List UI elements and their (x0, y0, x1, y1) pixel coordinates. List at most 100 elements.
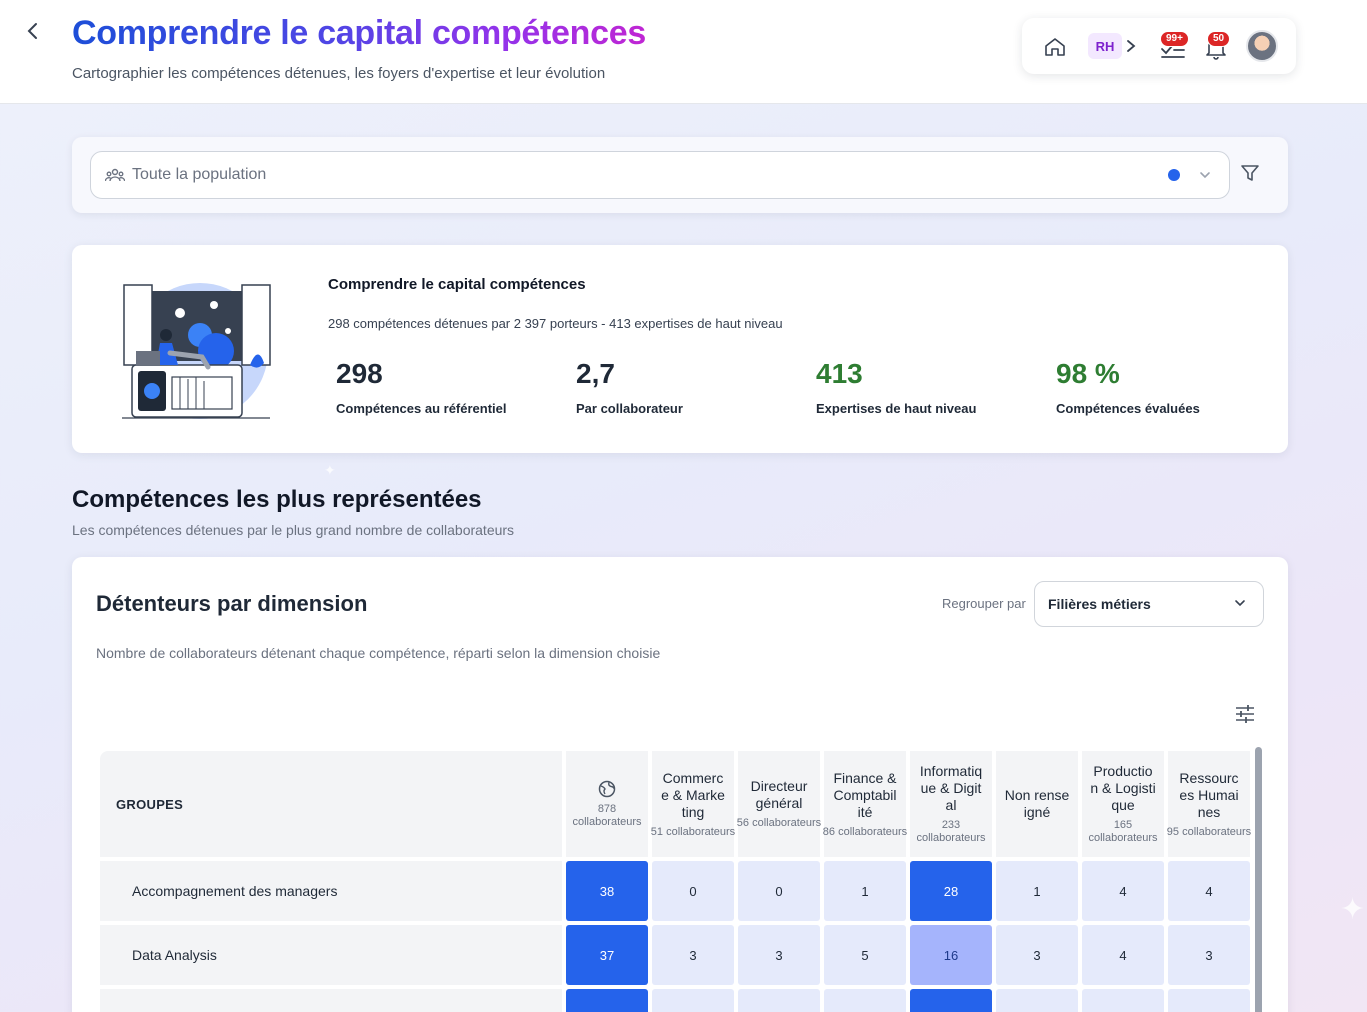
globe-icon (598, 780, 616, 797)
column-header-label: Ressources Humaines (1179, 769, 1239, 820)
column-header[interactable]: Production & Logistique 165 collaborateur… (1082, 751, 1164, 857)
groups-header-label: GROUPES (116, 797, 184, 812)
table-cell[interactable]: 16 (910, 925, 992, 985)
groups-column-header: GROUPES (100, 751, 562, 857)
kpi-label: Par collaborateur (576, 401, 683, 416)
column-header-count: 86 collaborateurs (822, 825, 908, 838)
chevron-right-icon (1127, 40, 1136, 52)
table-cell[interactable] (824, 989, 906, 1012)
sparkle-decoration: ✦ (324, 462, 336, 478)
kpi-value: 298 (336, 358, 383, 389)
header-toolbar: RH 99+ 50 (1022, 18, 1296, 74)
table-cell[interactable]: 0 (738, 861, 820, 921)
role-chevron-button[interactable] (1124, 38, 1138, 54)
dimension-description: Nombre de collaborateurs détenant chaque… (96, 645, 661, 661)
table-cell[interactable]: 0 (652, 861, 734, 921)
home-button[interactable] (1042, 34, 1068, 60)
column-header[interactable]: Finance & Comptabilité 86 collaborateurs (822, 751, 908, 857)
kpi-value: 413 (816, 358, 863, 389)
people-icon (105, 168, 125, 182)
table-cell[interactable]: 3 (738, 925, 820, 985)
column-header-label: Non renseigné (1004, 787, 1070, 820)
holders-table: GROUPES 878 collaborateurs Commerce & Mar… (100, 751, 1252, 1012)
top-bar: Comprendre le capital compétences Cartog… (0, 0, 1367, 104)
population-value: Toute la population (132, 166, 267, 183)
section-title: Compétences les plus représentées (72, 486, 482, 513)
population-filter-bar: Toute la population (72, 137, 1288, 213)
column-header-count: 233 collaborateurs (916, 819, 986, 844)
column-header[interactable]: Informatique & Digital 233 collaborateurs (910, 751, 992, 857)
table-settings-button[interactable] (1234, 703, 1258, 727)
kpi-value: 98 % (1056, 358, 1120, 389)
table-cell[interactable]: 3 (1168, 925, 1250, 985)
table-cell[interactable]: 5 (824, 925, 906, 985)
chevron-left-icon (27, 23, 37, 39)
column-header-all[interactable]: 878 collaborateurs (566, 751, 648, 857)
table-cell[interactable]: 4 (1168, 861, 1250, 921)
tasks-badge: 99+ (1160, 31, 1189, 47)
kpi-label: Compétences évaluées (1056, 401, 1200, 416)
user-avatar[interactable] (1246, 30, 1278, 62)
table-cell[interactable] (652, 989, 734, 1012)
group-by-label: Regrouper par (942, 596, 1026, 611)
row-label[interactable] (100, 989, 562, 1012)
row-label[interactable]: Data Analysis (100, 925, 562, 985)
summary-card: Comprendre le capital compétences 298 co… (72, 245, 1288, 453)
column-header-count: 95 collaborateurs (1166, 825, 1252, 838)
table-cell[interactable] (1168, 989, 1250, 1012)
table-cell[interactable] (996, 989, 1078, 1012)
column-header-label: Commerce & Marketing (661, 769, 725, 820)
role-chip[interactable]: RH (1088, 33, 1122, 59)
summary-title: Comprendre le capital compétences (328, 276, 586, 293)
population-active-dot (1168, 169, 1180, 181)
table-cell[interactable]: 1 (996, 861, 1078, 921)
table-cell[interactable] (738, 989, 820, 1012)
table-cell[interactable]: 28 (910, 861, 992, 921)
kpi-par-collaborateur: 2,7 Par collaborateur (576, 357, 683, 416)
column-header-label: Production & Logistique (1090, 763, 1156, 813)
group-by-value: Filières métiers (1048, 596, 1151, 612)
row-label[interactable]: Accompagnement des managers (100, 861, 562, 921)
column-header-count: 51 collaborateurs (650, 825, 736, 838)
kpi-competences-evaluees: 98 % Compétences évaluées (1056, 357, 1200, 416)
summary-description: 298 compétences détenues par 2 397 porte… (328, 316, 783, 331)
kpi-label: Compétences au référentiel (336, 401, 507, 416)
table-scrollbar[interactable] (1255, 747, 1262, 1012)
table-cell[interactable]: 4 (1082, 925, 1164, 985)
sliders-icon (1236, 705, 1254, 723)
dimension-title: Détenteurs par dimension (96, 591, 368, 616)
column-header[interactable]: Directeur général 56 collaborateurs (736, 751, 822, 857)
column-header[interactable]: Ressources Humaines 95 collaborateurs (1166, 751, 1252, 857)
dimension-card: Détenteurs par dimension Regrouper par F… (72, 557, 1288, 1012)
population-select[interactable]: Toute la population (90, 151, 1230, 199)
group-by-select[interactable]: Filières métiers (1034, 581, 1264, 627)
column-header-count: 56 collaborateurs (736, 817, 822, 829)
kpi-label: Expertises de haut niveau (816, 401, 977, 416)
table-cell[interactable]: 38 (566, 861, 648, 921)
table-cell[interactable] (910, 989, 992, 1012)
filter-icon (1241, 165, 1259, 181)
sparkle-decoration: ✦ (1340, 893, 1366, 926)
table-cell[interactable]: 37 (566, 925, 648, 985)
column-header-label: Informatique & Digital (919, 763, 983, 813)
kpi-expertises-haut-niveau: 413 Expertises de haut niveau (816, 357, 976, 416)
page-subtitle: Cartographier les compétences détenues, … (72, 65, 606, 82)
table-cell[interactable]: 1 (824, 861, 906, 921)
table-cell[interactable]: 3 (996, 925, 1078, 985)
kpi-value: 2,7 (576, 358, 615, 389)
table-cell[interactable] (566, 989, 648, 1012)
back-button[interactable] (22, 20, 44, 42)
table-cell[interactable] (1082, 989, 1164, 1012)
chevron-down-icon (1200, 172, 1210, 179)
chevron-down-icon (1235, 600, 1245, 607)
page-title: Comprendre le capital compétences (72, 14, 646, 52)
home-icon (1045, 38, 1065, 56)
column-header-count: 165 collaborateurs (1088, 819, 1158, 844)
column-header-label: Finance & Comptabilité (833, 769, 897, 820)
table-cell[interactable]: 4 (1082, 861, 1164, 921)
column-header-label: Directeur général (750, 778, 808, 811)
column-header[interactable]: Commerce & Marketing 51 collaborateurs (650, 751, 736, 857)
table-cell[interactable]: 3 (652, 925, 734, 985)
filter-button[interactable] (1240, 163, 1264, 187)
column-header[interactable]: Non renseigné (996, 751, 1078, 857)
